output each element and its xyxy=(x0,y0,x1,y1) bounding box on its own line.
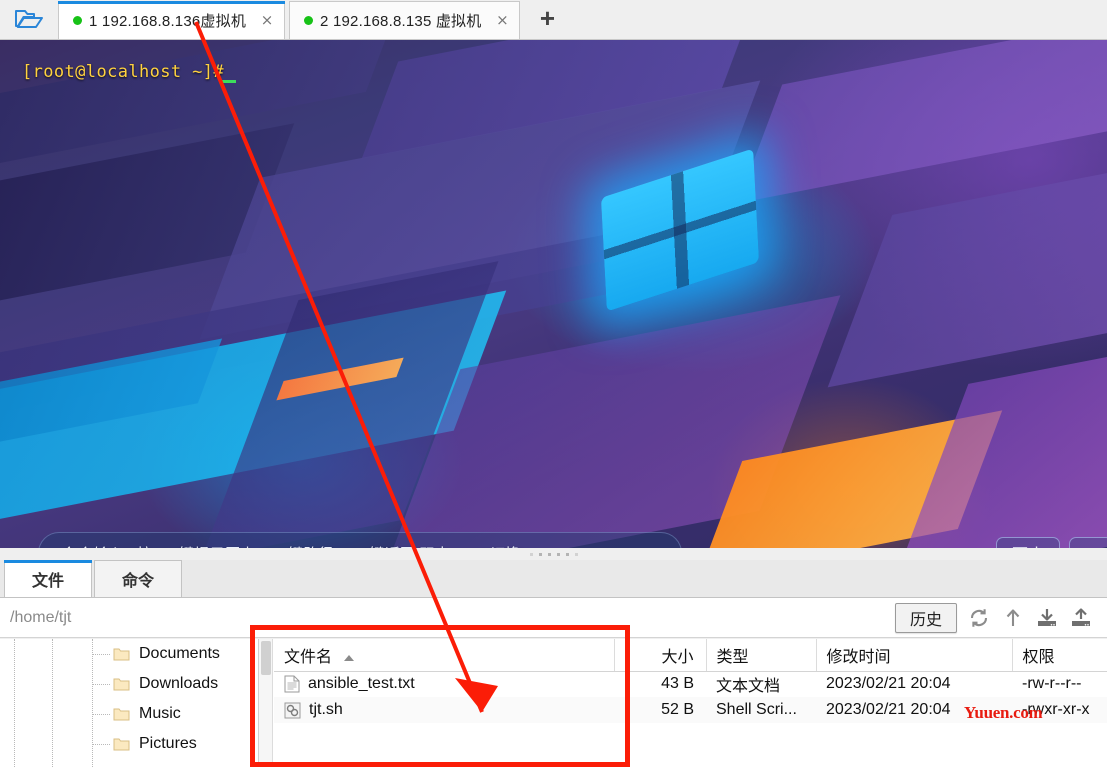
terminal-cursor xyxy=(222,80,236,83)
tree-item-downloads[interactable]: Downloads xyxy=(0,669,258,699)
wallpaper-decor xyxy=(737,40,1107,204)
terminal-view[interactable]: [root@localhost ~]# 命令输入 (按ALT键提示历史,TAB键… xyxy=(0,40,1107,548)
tree-connector xyxy=(92,654,110,655)
new-tab-button[interactable]: + xyxy=(530,3,564,37)
upload-icon[interactable] xyxy=(1069,606,1093,630)
cell-size: 43 B xyxy=(661,675,694,693)
tree-item-label: Downloads xyxy=(139,675,219,692)
tree-item-label: Pictures xyxy=(139,735,197,752)
command-input-placeholder-main: 命令输入 xyxy=(61,541,126,548)
terminal-prompt: [root@localhost ~]# xyxy=(22,62,225,82)
open-folder-icon xyxy=(15,10,43,28)
terminal-extra-button[interactable] xyxy=(1069,537,1107,548)
tab-label: 1 192.168.8.136虚拟机 xyxy=(89,13,247,30)
sort-ascending-icon xyxy=(344,654,355,661)
tree-item-label: Music xyxy=(139,705,181,722)
tab-status-dot xyxy=(73,16,82,25)
terminal-history-button[interactable]: 历史 xyxy=(996,537,1060,548)
terminal-tab-2[interactable]: 2 192.168.8.135 虚拟机 × xyxy=(289,1,521,39)
file-list-scrollbar[interactable] xyxy=(259,639,273,767)
folder-icon xyxy=(113,708,130,720)
cell-modified: 2023/02/21 20:04 xyxy=(826,675,951,693)
folder-icon xyxy=(113,738,130,750)
tree-item-music[interactable]: Music xyxy=(0,699,258,729)
text-file-icon xyxy=(284,675,300,693)
tree-item-pictures[interactable]: Pictures xyxy=(0,729,258,759)
scrollbar-thumb[interactable] xyxy=(261,641,271,675)
tree-connector xyxy=(92,714,110,715)
tab-commands-label: 命令 xyxy=(121,573,154,590)
tab-files-label: 文件 xyxy=(31,573,64,590)
panel-splitter[interactable] xyxy=(0,548,1107,560)
tree-item-label: Documents xyxy=(139,645,220,662)
tab-status-dot xyxy=(304,16,314,25)
tree-item-documents[interactable]: Documents xyxy=(0,639,258,669)
shell-script-icon xyxy=(284,702,301,718)
cell-type: 文本文档 xyxy=(716,678,781,696)
folder-icon xyxy=(113,648,130,660)
refresh-icon[interactable] xyxy=(967,606,991,630)
column-header-filename[interactable]: 文件名 xyxy=(274,639,615,672)
cell-type: Shell Scri... xyxy=(706,697,816,723)
cell-filename: tjt.sh xyxy=(274,697,614,723)
cell-filename: ansible_test.txt xyxy=(274,671,614,697)
close-icon[interactable]: × xyxy=(493,11,511,30)
wallpaper-decor xyxy=(827,152,1107,388)
tree-connector xyxy=(92,744,110,745)
file-history-label: 历史 xyxy=(909,611,942,629)
folder-icon xyxy=(113,678,130,690)
column-header-size[interactable]: 大小 xyxy=(614,639,707,672)
tab-commands[interactable]: 命令 xyxy=(94,560,182,597)
filename-label: ansible_test.txt xyxy=(308,675,415,693)
tab-files[interactable]: 文件 xyxy=(4,560,92,597)
table-header-row: 文件名 大小 类型 修改时间 权限 用 xyxy=(274,639,1107,672)
current-path[interactable]: /home/tjt xyxy=(10,609,71,627)
column-header-filename-label: 文件名 xyxy=(284,648,333,666)
tree-connector xyxy=(92,684,110,685)
file-toolbar: 历史 xyxy=(894,602,1107,633)
table-row[interactable]: ansible_test.txt 43 B 文本文档 2023/02/21 20… xyxy=(274,671,1107,697)
tab-bar: 1 192.168.8.136虚拟机 × 2 192.168.8.135 虚拟机… xyxy=(0,0,1107,40)
application-window: 1 192.168.8.136虚拟机 × 2 192.168.8.135 虚拟机… xyxy=(0,0,1107,767)
file-history-button[interactable]: 历史 xyxy=(894,602,957,633)
close-icon[interactable]: × xyxy=(258,11,276,30)
panel-tab-bar: 文件 命令 xyxy=(0,560,1107,598)
cell-permissions: -rw-r--r-- xyxy=(1022,675,1082,693)
download-icon[interactable] xyxy=(1035,606,1059,630)
command-input[interactable]: 命令输入 (按ALT键提示历史,TAB键路径,ESC键返回,双击CTRL切换) xyxy=(38,532,682,548)
column-header-permissions[interactable]: 权限 xyxy=(1012,639,1107,672)
cell-size: 52 B xyxy=(614,697,706,723)
command-input-placeholder-hint: (按ALT键提示历史,TAB键路径,ESC键返回,双击CTRL切换) xyxy=(132,543,526,549)
tab-label: 2 192.168.8.135 虚拟机 xyxy=(320,13,482,30)
filename-label: tjt.sh xyxy=(309,701,343,718)
open-folder-button[interactable] xyxy=(0,0,58,39)
path-bar: /home/tjt 历史 xyxy=(0,598,1107,638)
terminal-tab-1[interactable]: 1 192.168.8.136虚拟机 × xyxy=(58,1,286,39)
column-header-type[interactable]: 类型 xyxy=(706,639,817,672)
parent-directory-icon[interactable] xyxy=(1001,606,1025,630)
column-header-modified[interactable]: 修改时间 xyxy=(816,639,1013,672)
directory-tree[interactable]: Documents Downloads Music Pictures xyxy=(0,639,258,767)
watermark: Yuuen.com xyxy=(964,703,1043,722)
splitter-grip xyxy=(529,552,578,556)
